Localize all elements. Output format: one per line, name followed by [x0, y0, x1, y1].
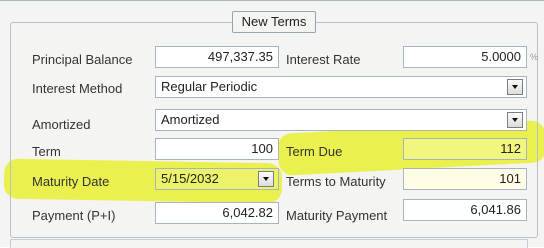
new-terms-panel: New Terms Principal Balance 497,337.35 I… [0, 0, 544, 248]
amortized-dropdown-button[interactable] [507, 112, 523, 128]
term-due-label: Term Due [286, 144, 343, 159]
interest-method-label: Interest Method [32, 81, 123, 96]
interest-method-value: Regular Periodic [161, 79, 258, 94]
maturity-payment-label: Maturity Payment [286, 208, 388, 223]
panel-title: New Terms [232, 11, 316, 33]
percent-unit: % [530, 52, 539, 62]
term-label: Term [32, 144, 61, 159]
terms-to-maturity-label: Terms to Maturity [286, 174, 386, 189]
interest-rate-label: Interest Rate [286, 52, 361, 67]
principal-balance-field[interactable]: 497,337.35 [155, 46, 279, 68]
amortized-value: Amortized [161, 112, 220, 127]
maturity-date-label: Maturity Date [32, 174, 110, 189]
principal-balance-label: Principal Balance [32, 52, 133, 67]
maturity-date-dropdown-button[interactable] [258, 171, 274, 187]
interest-rate-field[interactable]: 5.0000 [403, 46, 527, 68]
interest-method-select[interactable]: Regular Periodic [155, 76, 527, 98]
amortized-label: Amortized [32, 117, 91, 132]
amortized-select[interactable]: Amortized [155, 109, 527, 131]
term-due-field[interactable]: 112 [403, 138, 527, 160]
chevron-down-icon [512, 85, 518, 89]
chevron-down-icon [512, 118, 518, 122]
payment-field[interactable]: 6,042.82 [155, 202, 279, 224]
terms-to-maturity-field[interactable]: 101 [403, 168, 527, 190]
maturity-date-value: 5/15/2032 [161, 171, 219, 186]
chevron-down-icon [263, 177, 269, 181]
maturity-payment-field[interactable]: 6,041.86 [403, 199, 527, 221]
payment-label: Payment (P+I) [32, 208, 116, 223]
term-field[interactable]: 100 [155, 138, 279, 160]
interest-method-dropdown-button[interactable] [507, 79, 523, 95]
